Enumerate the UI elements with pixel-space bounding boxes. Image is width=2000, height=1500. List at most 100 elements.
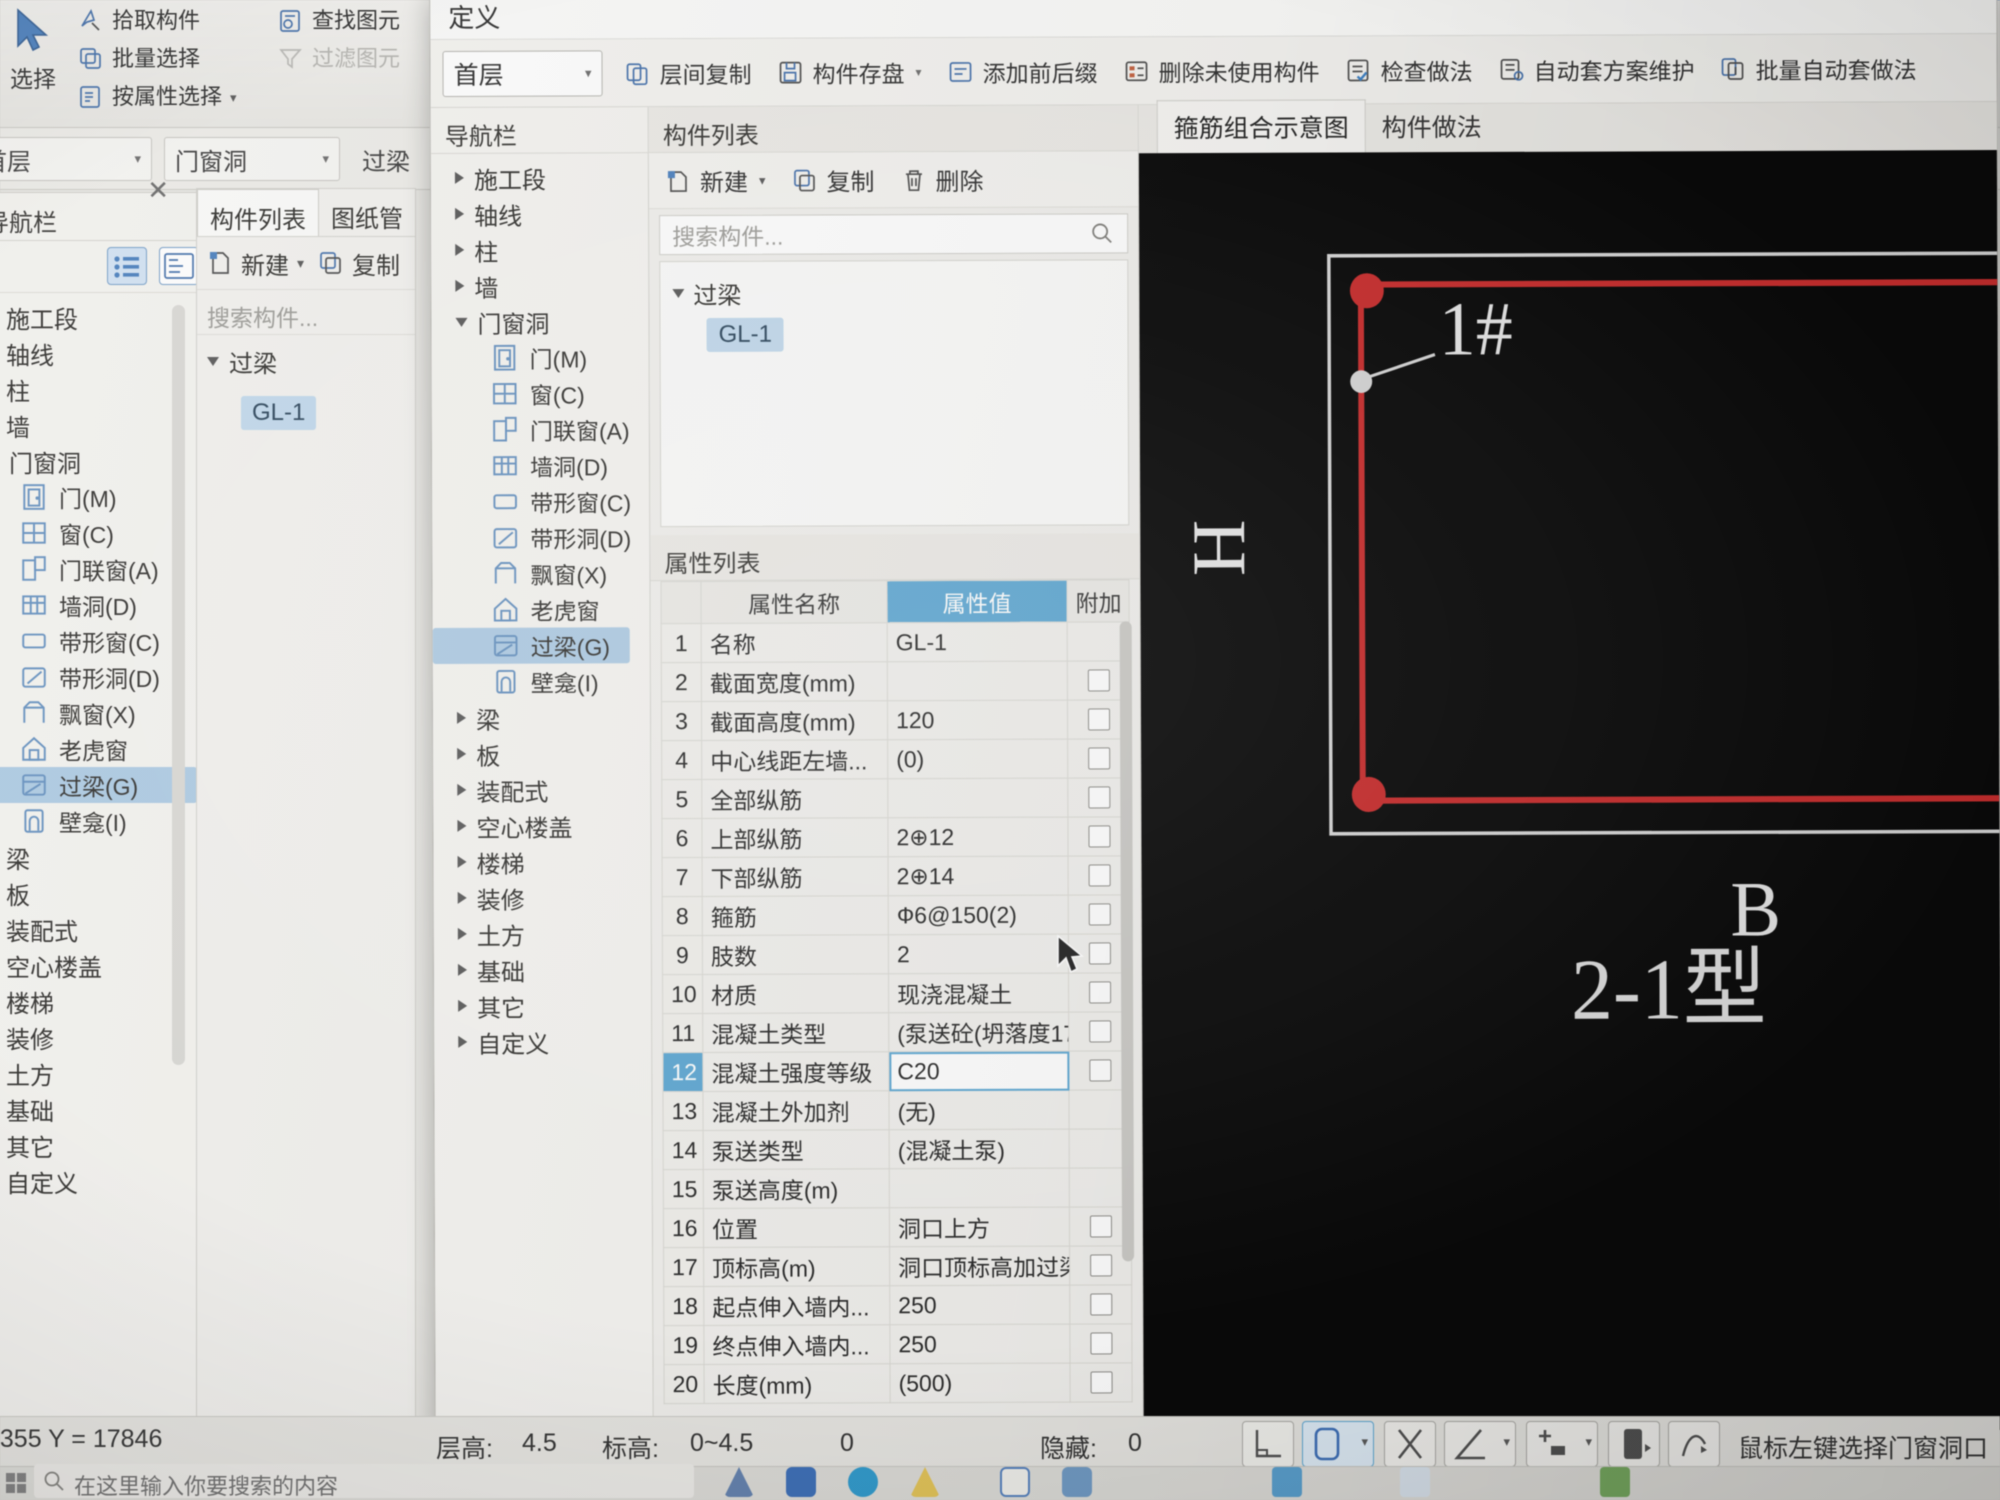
dialog-floor-select[interactable]: 首层 ▾ [442, 49, 603, 97]
tree-item-5[interactable]: 门(M) [0, 479, 197, 515]
ribbon-item-batch-select[interactable]: 批量选择 [78, 46, 237, 72]
taskbar-app-6-icon[interactable] [1062, 1467, 1092, 1497]
property-row-14[interactable]: 14 泵送类型 (混凝土泵) [663, 1128, 1132, 1170]
property-row-7[interactable]: 7 下部纵筋 2⊕14 [662, 855, 1131, 897]
tree-item-13[interactable]: 过梁(G) [432, 627, 630, 665]
toolbar-check-method[interactable]: 检查做法 [1346, 53, 1473, 87]
property-value[interactable]: 250 [889, 1324, 1071, 1364]
detail-view-button[interactable] [159, 247, 199, 285]
property-value[interactable] [887, 661, 1068, 701]
property-value[interactable] [889, 1168, 1070, 1208]
taskbar-app-3-icon[interactable] [848, 1467, 878, 1497]
tree-item-18[interactable]: 空心楼盖 [0, 947, 197, 983]
tree-item-19[interactable]: 楼梯 [434, 843, 651, 880]
tree-item-24[interactable]: 自定义 [434, 1023, 651, 1060]
tree-item-14[interactable]: 壁龛(I) [0, 803, 197, 839]
attach-checkbox[interactable] [1089, 1332, 1112, 1355]
copy-button-label[interactable]: 复制 [352, 246, 400, 281]
taskbar-app-5-icon[interactable] [1000, 1467, 1030, 1497]
tree-item-16[interactable]: 板 [433, 735, 650, 772]
property-value[interactable]: (泵送砼(坍落度175~190... [888, 1012, 1069, 1052]
attach-checkbox[interactable] [1087, 825, 1111, 848]
tree-item-4[interactable]: 门窗洞 [431, 303, 648, 340]
tree-item-20[interactable]: 装修 [434, 879, 651, 916]
attach-checkbox[interactable] [1087, 708, 1110, 731]
tree-item-9[interactable]: 带形窗(C) [0, 623, 197, 659]
tree-item-22[interactable]: 基础 [434, 951, 651, 988]
shape-button[interactable]: ▾ [1302, 1421, 1374, 1467]
property-row-8[interactable]: 8 箍筋 Ф6@150(2) [662, 894, 1131, 936]
tree-item-12[interactable]: 老虎窗 [433, 591, 650, 628]
tree-item-5[interactable]: 门(M) [432, 339, 649, 376]
tree-item-20[interactable]: 装修 [0, 1019, 197, 1055]
property-row-12[interactable]: 12 混凝土强度等级 C20 [662, 1050, 1131, 1092]
tree-item-1[interactable]: 轴线 [0, 335, 197, 371]
property-value[interactable]: 120 [887, 700, 1068, 740]
background-search-input[interactable]: 搜索构件... [197, 289, 415, 335]
toolbar-copy-between-floors[interactable]: 层间复制 [624, 55, 752, 89]
close-x-button[interactable] [1384, 1421, 1436, 1467]
tree-item-9[interactable]: 带形窗(C) [432, 483, 649, 520]
chevron-down-icon[interactable]: ▾ [297, 255, 304, 272]
tree-item-23[interactable]: 其它 [0, 1127, 197, 1163]
taskbar-app-8-icon[interactable] [1400, 1467, 1430, 1497]
attach-checkbox[interactable] [1088, 942, 1111, 965]
tree-item-23[interactable]: 其它 [434, 987, 651, 1024]
property-row-11[interactable]: 11 混凝土类型 (泵送砼(坍落度175~190... [662, 1011, 1131, 1053]
tree-item-2[interactable]: 柱 [0, 371, 197, 407]
property-row-13[interactable]: 13 混凝土外加剂 (无) [662, 1089, 1132, 1131]
close-icon[interactable]: ✕ [147, 175, 169, 206]
property-value[interactable]: 洞口顶标高加过梁高度 [889, 1246, 1070, 1286]
device-button[interactable] [1608, 1421, 1660, 1467]
property-value[interactable]: 2 [888, 934, 1069, 974]
tree-item-1[interactable]: 轴线 [431, 195, 648, 232]
component-item-row[interactable]: GL-1 [672, 312, 1127, 356]
copy-component-button[interactable]: 复制 [791, 162, 875, 197]
ribbon-item-pick-component[interactable]: 拾取构件 [78, 8, 237, 34]
property-row-20[interactable]: 20 长度(mm) (500) [664, 1362, 1133, 1404]
taskbar-app-1-icon[interactable] [724, 1467, 754, 1497]
property-value[interactable]: 洞口上方 [889, 1207, 1070, 1247]
dimension-button[interactable] [1242, 1421, 1294, 1467]
property-value[interactable]: 2⊕12 [887, 817, 1069, 857]
tree-item-8[interactable]: 墙洞(D) [0, 587, 197, 623]
tree-item-17[interactable]: 装配式 [433, 771, 650, 808]
delete-component-button[interactable]: 删除 [900, 162, 984, 197]
attach-checkbox[interactable] [1088, 864, 1111, 887]
taskbar-app-9-icon[interactable] [1600, 1467, 1630, 1497]
tree-item-17[interactable]: 装配式 [0, 911, 197, 947]
ribbon-item-select-by-property[interactable]: 按属性选择 ▾ [78, 84, 237, 110]
taskbar-app-7-icon[interactable] [1272, 1467, 1302, 1497]
chevron-down-icon[interactable]: ▾ [759, 172, 766, 188]
taskbar-search-input[interactable]: 在这里输入你要搜索的内容 [34, 1464, 694, 1499]
left-panel-scrollbar[interactable] [172, 305, 185, 1065]
tree-item-14[interactable]: 壁龛(I) [433, 663, 650, 700]
attach-checkbox[interactable] [1089, 1254, 1112, 1277]
ribbon-item-find-element[interactable]: 查找图元 [278, 8, 400, 34]
attach-checkbox[interactable] [1088, 981, 1111, 1004]
tab-component-method[interactable]: 构件做法 [1366, 100, 1498, 153]
attach-checkbox[interactable] [1088, 1020, 1111, 1043]
tree-item-7[interactable]: 门联窗(A) [432, 411, 649, 448]
toolbar-save-component[interactable]: 构件存盘 ▾ [777, 55, 922, 90]
new-button-label[interactable]: 新建 [241, 246, 289, 281]
tree-item-0[interactable]: 施工段 [0, 299, 197, 335]
tree-item-22[interactable]: 基础 [0, 1091, 197, 1127]
tree-item-21[interactable]: 土方 [434, 915, 651, 952]
tab-component-list[interactable]: 构件列表 [197, 189, 319, 236]
property-row-4[interactable]: 4 中心线距左墙... (0) [661, 738, 1130, 780]
attach-checkbox[interactable] [1088, 1059, 1111, 1082]
attach-checkbox[interactable] [1087, 786, 1110, 809]
property-row-18[interactable]: 18 起点伸入墙内... 250 [663, 1284, 1132, 1326]
property-value[interactable]: (无) [888, 1090, 1070, 1130]
floor-select[interactable]: 首层 ▾ [0, 137, 152, 181]
tree-item-7[interactable]: 门联窗(A) [0, 551, 197, 587]
tree-item-0[interactable]: 施工段 [431, 159, 648, 196]
tree-item-3[interactable]: 墙 [0, 407, 197, 443]
ribbon-item-filter-element[interactable]: 过滤图元 [278, 46, 400, 72]
property-table-scrollbar[interactable] [1119, 621, 1135, 1262]
tree-item-24[interactable]: 自定义 [0, 1163, 197, 1199]
new-component-button[interactable]: 新建 ▾ [665, 163, 766, 198]
offset-button[interactable]: ▾ [1526, 1421, 1598, 1467]
chevron-down-icon[interactable]: ▾ [1503, 1434, 1510, 1450]
